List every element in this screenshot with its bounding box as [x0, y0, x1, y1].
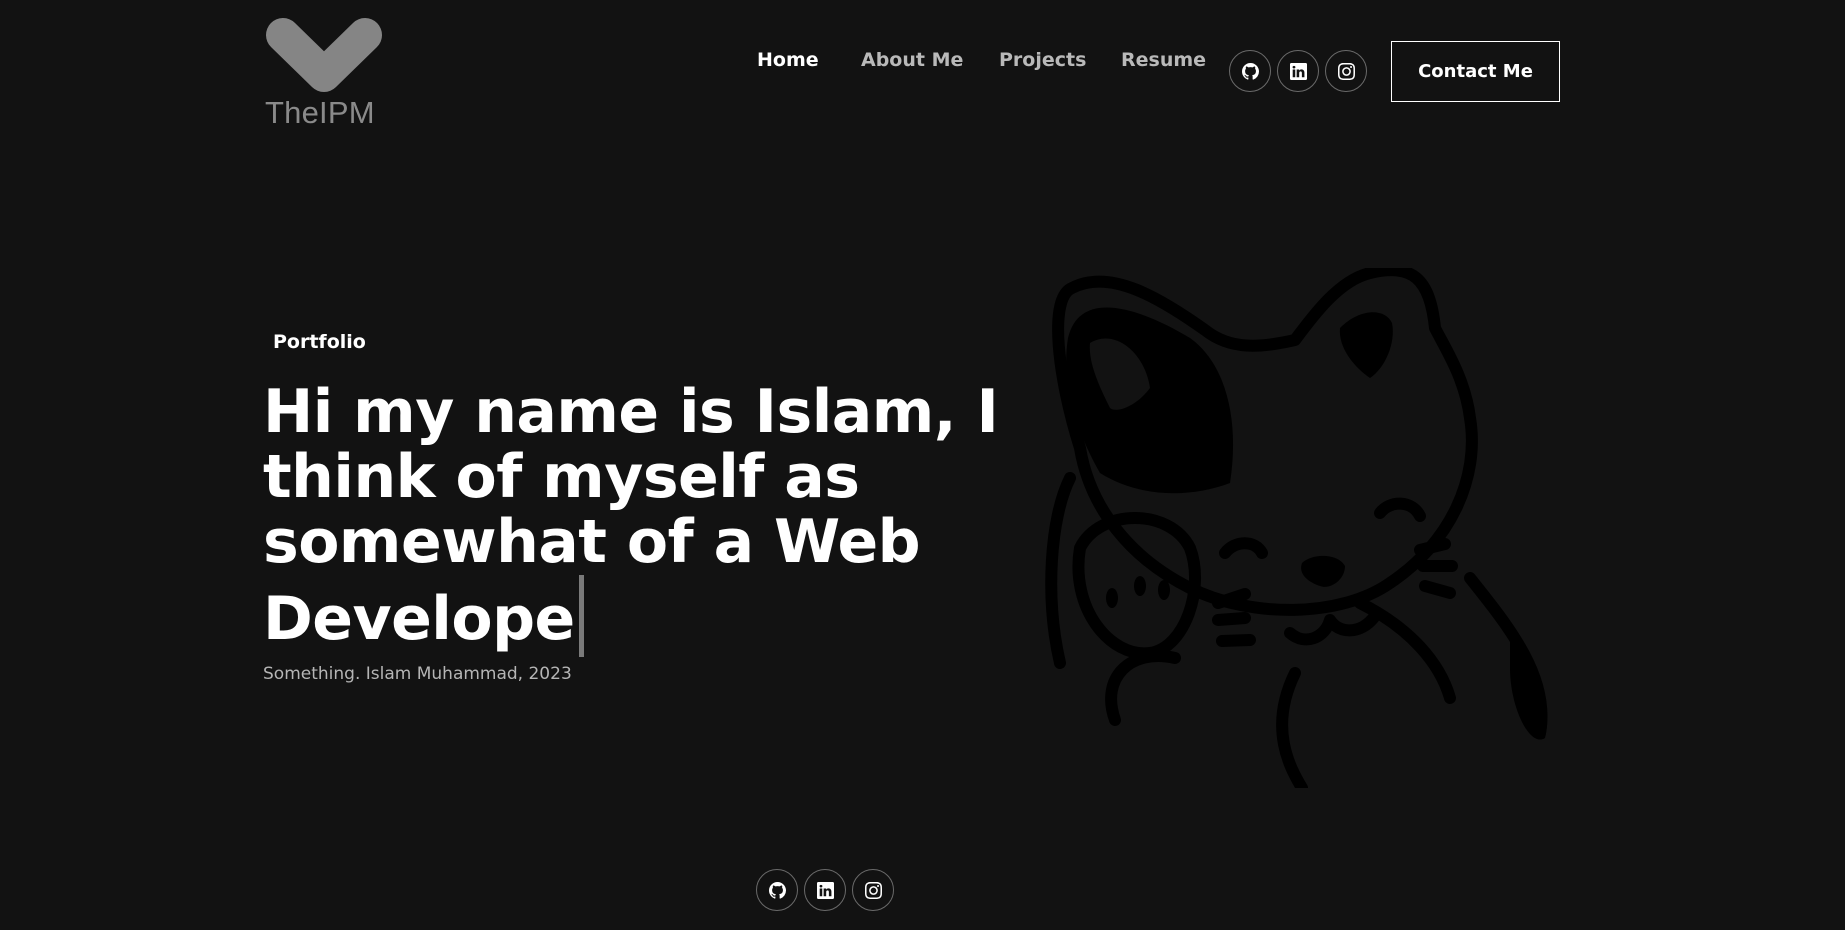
linkedin-icon — [816, 881, 834, 899]
hero-tagline: Portfolio — [273, 331, 366, 353]
footer-github-link[interactable] — [756, 869, 798, 911]
nav-resume[interactable]: Resume — [1121, 49, 1206, 71]
page: TheIPM Home About Me Projects Resume Con… — [0, 0, 1845, 930]
header-linkedin-link[interactable] — [1277, 50, 1319, 92]
hero-headline: Hi my name is Islam, I think of myself a… — [263, 380, 1023, 657]
linkedin-icon — [1289, 62, 1307, 80]
nav-about-me[interactable]: About Me — [861, 49, 963, 71]
contact-me-button[interactable]: Contact Me — [1391, 41, 1560, 102]
footer-instagram-link[interactable] — [852, 869, 894, 911]
instagram-icon — [864, 881, 882, 899]
github-icon — [768, 881, 786, 899]
nav-projects[interactable]: Projects — [999, 49, 1086, 71]
logo-text: TheIPM — [265, 95, 375, 130]
github-icon — [1241, 62, 1259, 80]
logo-chevron-icon — [266, 18, 382, 92]
typing-cursor — [578, 575, 584, 657]
hero-headline-text: Hi my name is Islam, I think of myself a… — [263, 377, 999, 654]
header-instagram-link[interactable] — [1325, 50, 1367, 92]
logo[interactable]: TheIPM — [263, 17, 383, 130]
cat-illustration — [1045, 268, 1548, 788]
hero-credit: Something. Islam Muhammad, 2023 — [263, 664, 572, 684]
nav-home[interactable]: Home — [757, 49, 819, 71]
instagram-icon — [1337, 62, 1355, 80]
header-github-link[interactable] — [1229, 50, 1271, 92]
footer-linkedin-link[interactable] — [804, 869, 846, 911]
